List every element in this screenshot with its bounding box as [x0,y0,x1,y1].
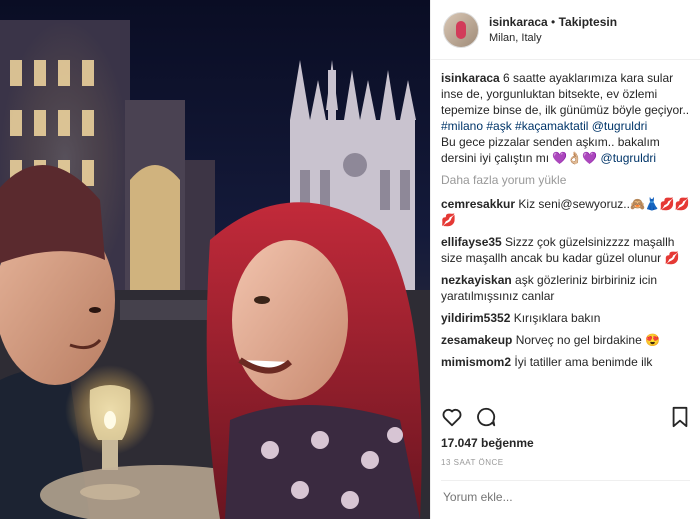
comment-item: yildirim5352 Kırışıklara bakın [441,310,692,326]
comment-username[interactable]: ellifayse35 [441,235,502,249]
comment-item: ellifayse35 Sizzz çok güzelsinizzzz maşa… [441,234,692,266]
milan-night-photo [0,20,430,519]
comment-username[interactable]: mimismom2 [441,355,511,369]
comments-list: isinkaraca 6 saatte ayaklarımıza kara su… [441,70,692,400]
likes-count[interactable]: 17.047 beğenme [441,436,534,450]
caption-hashtags[interactable]: #milano #aşk #kaçamaktatil @tugruldri [441,119,647,133]
comment-item: zesamakeup Norveç no gel birdakine 😍 [441,332,692,348]
caption-username[interactable]: isinkaraca [441,71,500,85]
add-comment-bar [441,480,690,513]
post-time[interactable]: 13 SAAT ÖNCE [441,458,504,467]
post-photo[interactable] [0,0,430,519]
likes-number: 17.047 [441,436,478,450]
comment-username[interactable]: yildirim5352 [441,311,510,325]
comment-item: nezkayiskan aşk gözleriniz birbiriniz ic… [441,272,692,304]
comment-text: Norveç no gel birdakine 😍 [512,333,661,347]
comment-text: İyi tatiller ama benimde ilk [511,355,653,369]
separator: • [547,15,559,29]
instagram-post: isinkaraca • Takiptesin Milan, Italy isi… [0,0,700,519]
heart-icon[interactable] [441,406,463,428]
comment-username[interactable]: nezkayiskan [441,273,512,287]
caption: isinkaraca 6 saatte ayaklarımıza kara su… [441,70,692,166]
username-link[interactable]: isinkaraca [489,15,548,29]
caption-mention[interactable]: @tugruldri [601,151,657,165]
comment-username[interactable]: zesamakeup [441,333,512,347]
load-more-comments[interactable]: Daha fazla yorum yükle [441,172,692,188]
avatar[interactable] [443,11,479,48]
post-header: isinkaraca • Takiptesin Milan, Italy [431,0,700,60]
comment-text: Kırışıklara bakın [510,311,601,325]
comment-username[interactable]: cemresakkur [441,197,515,211]
comment-icon[interactable] [475,406,497,428]
post-sidebar: isinkaraca • Takiptesin Milan, Italy isi… [430,0,700,519]
header-text: isinkaraca • Takiptesin Milan, Italy [489,15,617,44]
action-bar [441,404,690,430]
location-link[interactable]: Milan, Italy [489,32,617,44]
likes-label: beğenme [477,436,534,450]
comment-input[interactable] [441,489,690,505]
follow-status[interactable]: Takiptesin [559,15,617,29]
woman-figure [206,202,422,519]
comment-item: cemresakkur Kiz seni@sewyoruz..🙈👗💋💋💋 [441,196,692,228]
comment-item: mimismom2 İyi tatiller ama benimde ilk [441,354,692,370]
bookmark-icon[interactable] [670,406,690,428]
